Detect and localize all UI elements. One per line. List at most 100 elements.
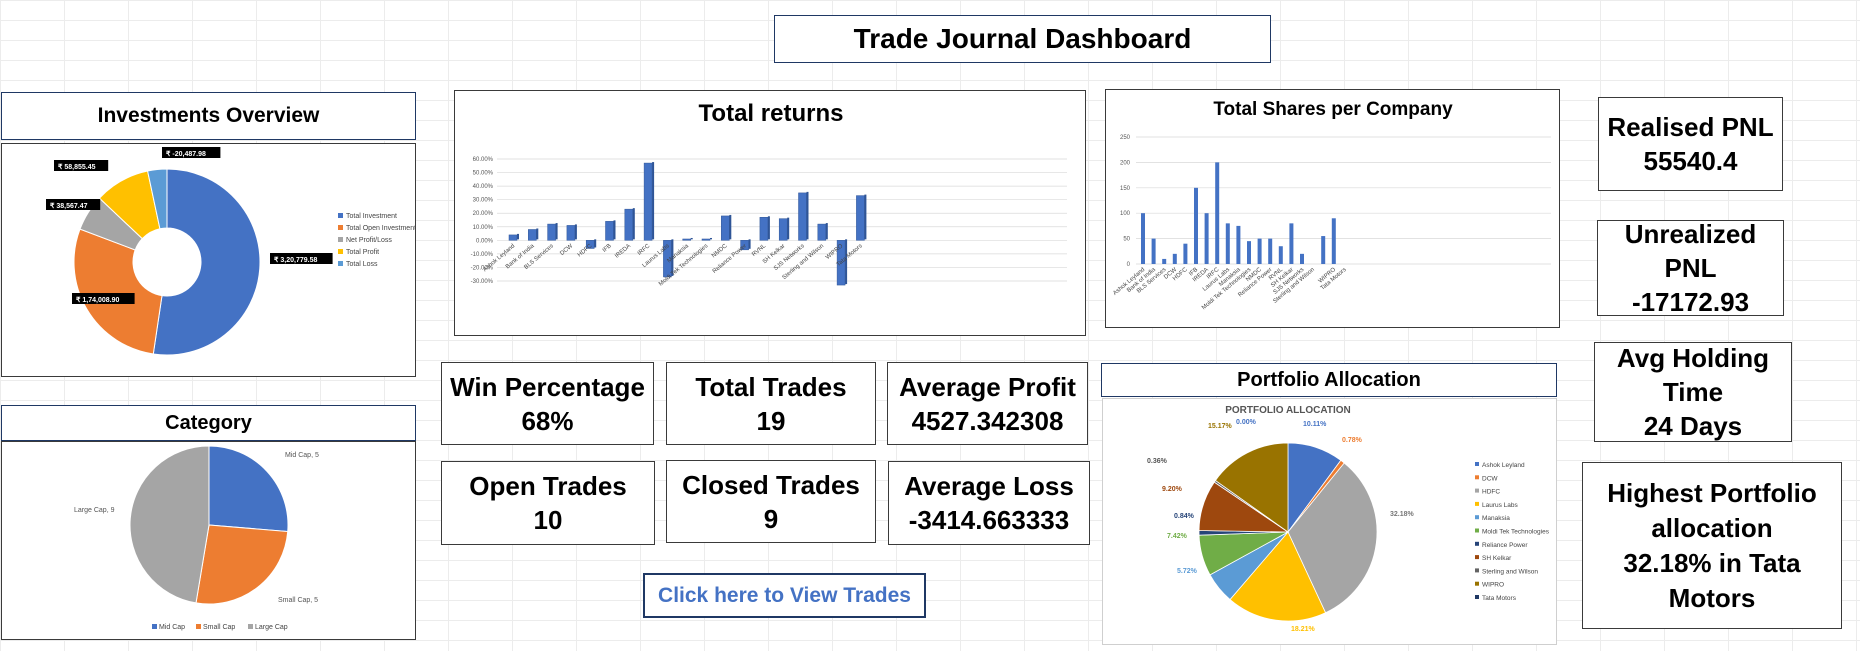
data-label: ₹ 38,567.47	[50, 202, 88, 210]
bar-side	[710, 237, 712, 240]
legend-label: Laurus Labs	[1482, 502, 1519, 509]
bar-side	[613, 220, 616, 240]
category-chart-panel[interactable]: Mid Cap, 5 Small Cap, 5 Large Cap, 9 Mid Ca…	[1, 441, 416, 640]
bar-side	[652, 162, 655, 240]
bar	[682, 238, 691, 241]
legend-swatch	[1475, 541, 1479, 546]
y-tick-label: 60.00%	[473, 157, 494, 163]
donut-slice	[152, 168, 261, 356]
legend-swatch	[338, 237, 343, 242]
y-tick-label: 50	[1123, 237, 1130, 243]
bar	[721, 215, 730, 241]
bar-side	[517, 233, 519, 240]
data-label: 0.84%	[1174, 513, 1195, 520]
bar	[1289, 223, 1294, 264]
total-returns-chart: Total returns 60.00% 50.00% 40.00% 30.00% 20.…	[471, 100, 1067, 288]
average-loss-value: -3414.663333	[908, 505, 1070, 535]
win-percentage-value: 68%	[521, 405, 574, 436]
legend-swatch	[152, 624, 157, 629]
legend-swatch	[1475, 462, 1479, 466]
bar	[759, 217, 769, 241]
bar	[1172, 253, 1177, 264]
data-label: 7.42%	[1167, 533, 1188, 540]
highest-allocation-card: Highest Portfolio allocation 32.18% in T…	[1582, 462, 1842, 629]
legend-swatch	[1475, 488, 1479, 493]
highest-allocation-line-3: 32.18% in Tata	[1623, 547, 1801, 578]
legend-swatch	[1475, 595, 1479, 599]
legend-swatch	[1475, 475, 1479, 480]
data-label: Small Cap, 5	[278, 597, 318, 604]
legend-label: Small Cap	[203, 624, 235, 631]
legend-swatch	[338, 261, 343, 266]
y-tick-label: 100	[1120, 211, 1131, 217]
y-tick-label: 20.00%	[473, 211, 494, 217]
y-tick-label: -10.00%	[471, 252, 494, 258]
highest-allocation-line-4: Motors	[1668, 582, 1756, 613]
view-trades-link[interactable]: Click here to View Trades	[643, 573, 926, 618]
investments-title: Investments Overview	[1, 92, 416, 140]
x-tick-label: Reliance Power	[712, 243, 748, 275]
y-tick-label: 200	[1120, 160, 1131, 166]
bar	[528, 229, 537, 241]
bar-side	[864, 194, 867, 240]
legend-label: HDFC	[1482, 489, 1500, 496]
bar	[798, 192, 807, 241]
total-shares-panel[interactable]: Total Shares per Company 250 200 150 100 50 0 A…	[1105, 89, 1560, 328]
legend-swatch	[1475, 515, 1479, 520]
data-label: ₹ 58,855.45	[58, 163, 96, 171]
data-label: 0.78%	[1342, 437, 1363, 444]
bar	[1204, 213, 1209, 264]
x-tick-label: IRFC	[637, 243, 652, 257]
data-label: Mid Cap, 5	[285, 452, 319, 459]
bar	[547, 223, 556, 241]
data-label: 32.18%	[1390, 511, 1415, 518]
legend-swatch	[1475, 568, 1479, 573]
legend-swatch	[196, 624, 201, 629]
bar	[701, 238, 711, 241]
legend-label: Total Investment	[346, 213, 397, 220]
y-tick-label: 150	[1120, 186, 1131, 192]
legend-label: Tata Motors	[1482, 595, 1517, 602]
legend-label: Moldi Tek Technologies	[1482, 529, 1550, 536]
bar	[1141, 213, 1145, 264]
bar	[1268, 238, 1273, 264]
total-trades-label: Total Trades	[695, 371, 847, 402]
bar	[1321, 236, 1326, 264]
legend-label: Large Cap	[255, 624, 288, 631]
average-loss-label: Average Loss	[904, 471, 1074, 501]
bar	[817, 223, 827, 241]
bar	[1225, 223, 1230, 264]
legend-label: DCW	[1482, 475, 1498, 482]
data-label: 0.00%	[1236, 419, 1257, 426]
bar	[624, 208, 634, 241]
win-percentage-card: Win Percentage 68%	[441, 362, 654, 445]
data-label: ₹ -20,487.98	[166, 150, 206, 158]
unrealized-pnl-label: Unrealized PNL	[1624, 219, 1757, 283]
legend-swatch	[1475, 528, 1479, 533]
investments-chart-panel[interactable]: ₹ 3,20,779.58 ₹ 1,74,008.90 ₹ 38,567.47 ₹ 5…	[1, 143, 416, 377]
legend-swatch	[1475, 581, 1479, 586]
y-tick-label: 0	[1127, 262, 1131, 268]
bar	[508, 234, 518, 241]
bar	[778, 218, 788, 241]
data-label: 15.17%	[1208, 423, 1233, 430]
total-returns-panel[interactable]: Total returns 60.00% 50.00% 40.00% 30.00% 20.…	[454, 90, 1086, 336]
legend-swatch	[338, 249, 343, 254]
bar-side	[594, 239, 597, 248]
open-trades-card: Open Trades 10	[441, 461, 655, 545]
legend-label: Reliance Power	[1482, 542, 1528, 549]
realised-pnl-card: Realised PNL 55540.4	[1598, 97, 1783, 191]
bar	[1215, 162, 1220, 264]
donut-slice	[73, 228, 163, 355]
closed-trades-value: 9	[763, 503, 779, 534]
bar-side	[787, 217, 790, 240]
data-label: Large Cap, 9	[74, 507, 115, 514]
total-shares-chart: Total Shares per Company250200150100500A…	[1112, 99, 1551, 311]
portfolio-chart-panel[interactable]: PORTFOLIO ALLOCATION 10.11% 0.78% 32.18% 18.…	[1102, 398, 1557, 645]
pie-slice	[195, 524, 289, 605]
average-profit-value: 4527.342308	[911, 405, 1064, 436]
bar-side	[767, 216, 770, 240]
pie-slice	[129, 445, 210, 604]
average-profit-card: Average Profit 4527.342308	[887, 362, 1088, 445]
x-tick-label: IFB	[602, 243, 613, 254]
